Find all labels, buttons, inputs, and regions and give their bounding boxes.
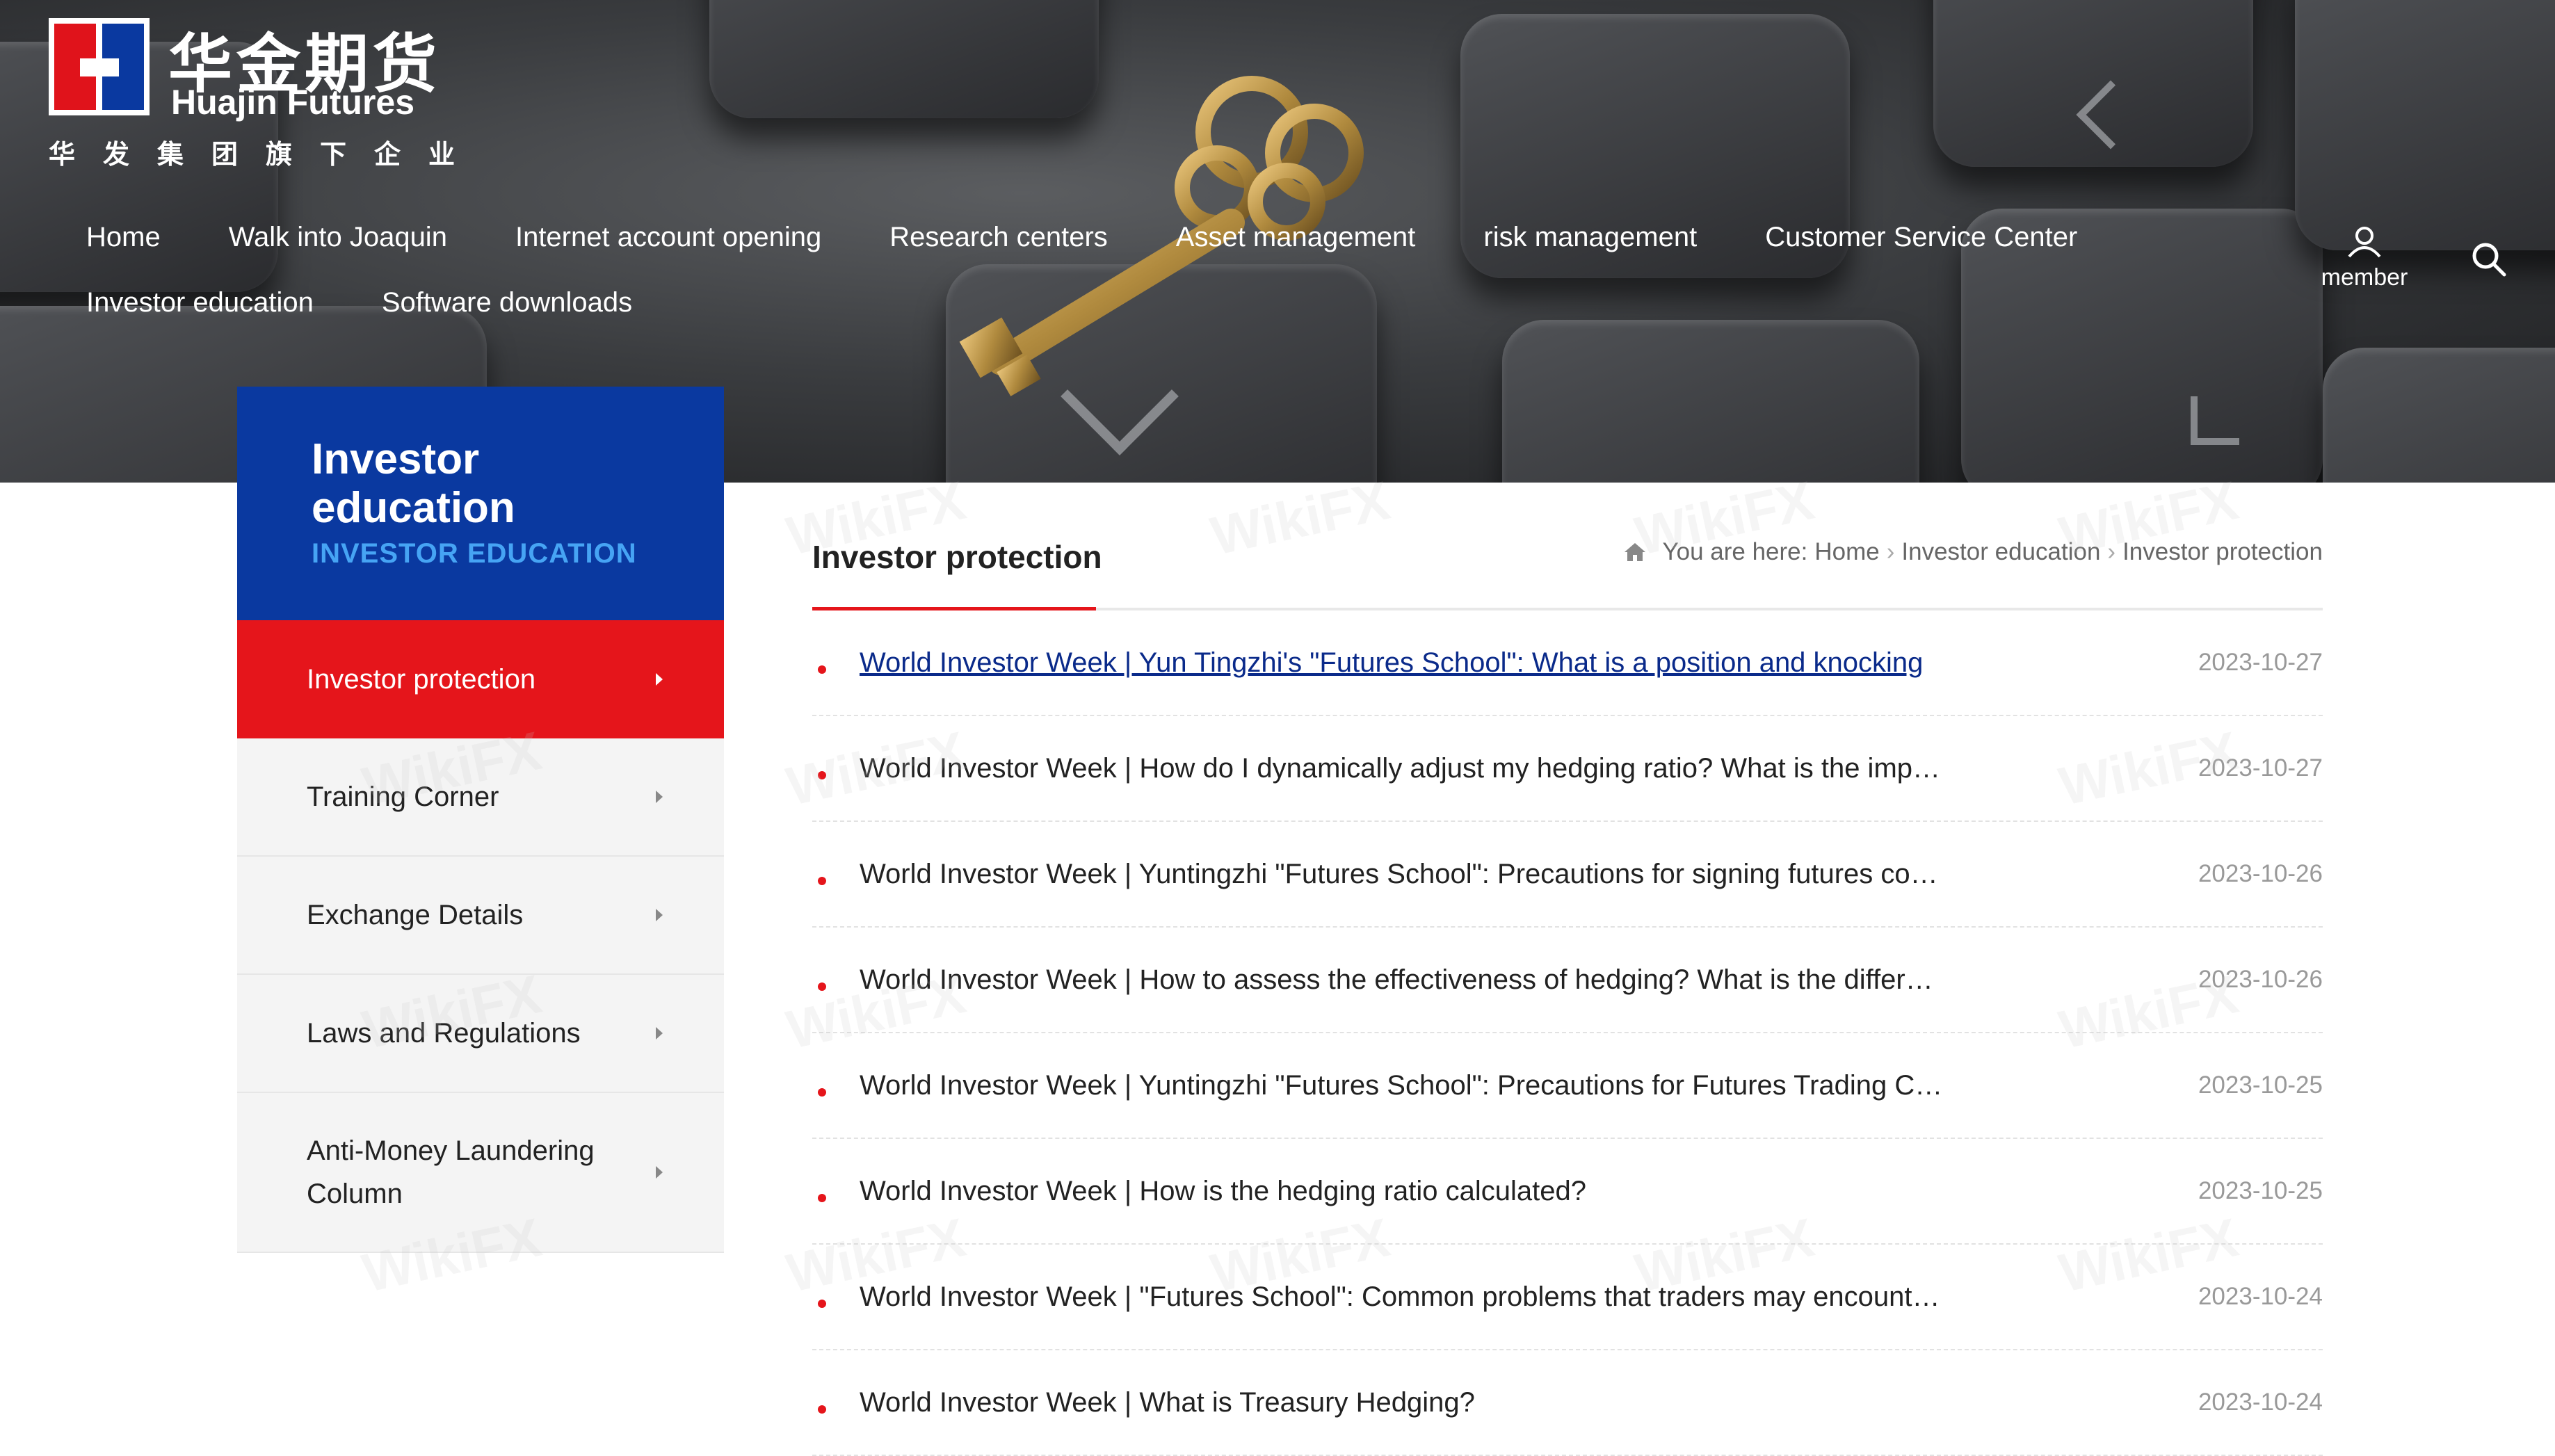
home-icon — [1625, 543, 1646, 561]
caret-right-icon — [656, 909, 663, 921]
nav-row-primary: Home Walk into Joaquin Internet account … — [86, 204, 2138, 270]
sidebar-item-label: Training Corner — [307, 782, 499, 812]
bullet-dot-icon — [818, 665, 826, 674]
list-item[interactable]: World Investor Week | "Futures School": … — [812, 1245, 2323, 1350]
logo-english-name: Huajin Futures — [171, 83, 415, 122]
list-item[interactable]: World Investor Week | How is the hedging… — [812, 1139, 2323, 1245]
bullet-dot-icon — [818, 982, 826, 991]
article-title-link[interactable]: World Investor Week | How to assess the … — [860, 964, 1933, 996]
sidebar-item-training-corner[interactable]: Training Corner — [237, 738, 724, 857]
breadcrumb-investor-education[interactable]: Investor education — [1901, 538, 2100, 566]
article-date: 2023-10-25 — [2198, 1177, 2323, 1204]
keyboard-key — [1502, 320, 1919, 483]
caret-right-icon — [656, 1027, 663, 1040]
page-title: Investor protection — [812, 539, 1102, 575]
arrow-key-glyph — [2191, 396, 2239, 445]
nav-item-software-downloads[interactable]: Software downloads — [382, 287, 632, 318]
nav-row-secondary: Investor education Software downloads — [86, 270, 2138, 335]
article-list: World Investor Week | Yun Tingzhi's "Fut… — [812, 610, 2323, 1456]
bullet-dot-icon — [818, 1300, 826, 1308]
article-date: 2023-10-27 — [2198, 754, 2323, 782]
keyboard-key — [1933, 0, 2253, 167]
list-item[interactable]: World Investor Week | What is Treasury H… — [812, 1350, 2323, 1456]
list-item[interactable]: World Investor Week | How to assess the … — [812, 928, 2323, 1033]
nav-item-asset-management[interactable]: Asset management — [1176, 222, 1416, 253]
bullet-dot-icon — [818, 1194, 826, 1202]
breadcrumb-investor-protection[interactable]: Investor protection — [2122, 538, 2323, 566]
sidebar-menu: Investor protection Training Corner Exch… — [237, 620, 724, 1253]
sidebar-header: Investor education INVESTOR EDUCATION — [237, 387, 724, 620]
nav-item-internet-account-opening[interactable]: Internet account opening — [515, 222, 821, 253]
list-item[interactable]: World Investor Week | Yuntingzhi "Future… — [812, 822, 2323, 928]
nav-item-home[interactable]: Home — [86, 222, 161, 253]
article-date: 2023-10-26 — [2198, 966, 2323, 993]
chevron-right-icon: › — [2107, 538, 2116, 565]
list-item[interactable]: World Investor Week | How do I dynamical… — [812, 716, 2323, 822]
article-title-link[interactable]: World Investor Week | Yun Tingzhi's "Fut… — [860, 647, 1923, 679]
sidebar-item-laws-and-regulations[interactable]: Laws and Regulations — [237, 975, 724, 1093]
breadcrumb-home[interactable]: Home — [1814, 538, 1879, 566]
logo-mark-icon — [49, 18, 150, 115]
article-title-link[interactable]: World Investor Week | What is Treasury H… — [860, 1387, 1475, 1418]
logo-tagline: 华发集团旗下企业 — [49, 139, 483, 170]
sidebar-item-label: Anti-Money Laundering Column — [307, 1135, 595, 1209]
sidebar-subtitle: INVESTOR EDUCATION — [312, 538, 637, 569]
sidebar-item-label: Laws and Regulations — [307, 1018, 581, 1049]
article-title-link[interactable]: World Investor Week | Yuntingzhi "Future… — [860, 859, 1938, 890]
sidebar-item-label: Exchange Details — [307, 900, 524, 930]
main-content: Investor protection You are here: Home ›… — [812, 483, 2323, 1456]
bullet-dot-icon — [818, 1405, 826, 1414]
nav-item-risk-management[interactable]: risk management — [1483, 222, 1697, 253]
nav-item-investor-education[interactable]: Investor education — [86, 287, 314, 318]
user-icon — [2348, 227, 2381, 258]
nav-item-walk-into-joaquin[interactable]: Walk into Joaquin — [229, 222, 447, 253]
article-title-link[interactable]: World Investor Week | How do I dynamical… — [860, 753, 1940, 784]
article-date: 2023-10-27 — [2198, 649, 2323, 676]
sidebar-item-investor-protection[interactable]: Investor protection — [237, 620, 724, 738]
chevron-right-icon: › — [1886, 538, 1895, 565]
member-label: member — [2321, 264, 2408, 291]
nav-item-customer-service-center[interactable]: Customer Service Center — [1765, 222, 2077, 253]
nav-item-research-centers[interactable]: Research centers — [889, 222, 1107, 253]
article-date: 2023-10-24 — [2198, 1283, 2323, 1310]
breadcrumb-prefix: You are here: — [1662, 538, 1808, 565]
sidebar-item-exchange-details[interactable]: Exchange Details — [237, 857, 724, 975]
article-date: 2023-10-24 — [2198, 1389, 2323, 1416]
caret-right-icon — [656, 791, 663, 803]
sidebar-item-label: Investor protection — [307, 664, 536, 695]
content-header: Investor protection You are here: Home ›… — [812, 483, 2323, 610]
article-title-link[interactable]: World Investor Week | Yuntingzhi "Future… — [860, 1070, 1942, 1101]
bullet-dot-icon — [818, 771, 826, 779]
main-navigation: Home Walk into Joaquin Internet account … — [86, 204, 2138, 335]
article-date: 2023-10-25 — [2198, 1071, 2323, 1099]
search-icon[interactable] — [2471, 241, 2507, 277]
caret-right-icon — [656, 1166, 663, 1179]
article-title-link[interactable]: World Investor Week | "Futures School": … — [860, 1281, 1940, 1313]
bullet-dot-icon — [818, 877, 826, 885]
breadcrumb: You are here: Home › Investor education … — [1623, 538, 2323, 566]
list-item[interactable]: World Investor Week | Yun Tingzhi's "Fut… — [812, 610, 2323, 716]
keyboard-key — [2323, 348, 2555, 483]
brand-logo[interactable]: 华金期货 Huajin Futures 华发集团旗下企业 — [49, 18, 466, 171]
keyboard-key — [2295, 0, 2555, 250]
caret-right-icon — [656, 673, 663, 686]
list-item[interactable]: World Investor Week | Yuntingzhi "Future… — [812, 1033, 2323, 1139]
sidebar-title: Investor education — [312, 435, 515, 532]
bullet-dot-icon — [818, 1088, 826, 1097]
article-date: 2023-10-26 — [2198, 860, 2323, 887]
sidebar-item-anti-money-laundering[interactable]: Anti-Money Laundering Column — [237, 1093, 724, 1253]
article-title-link[interactable]: World Investor Week | How is the hedging… — [860, 1176, 1586, 1207]
member-button[interactable]: member — [2316, 226, 2413, 291]
